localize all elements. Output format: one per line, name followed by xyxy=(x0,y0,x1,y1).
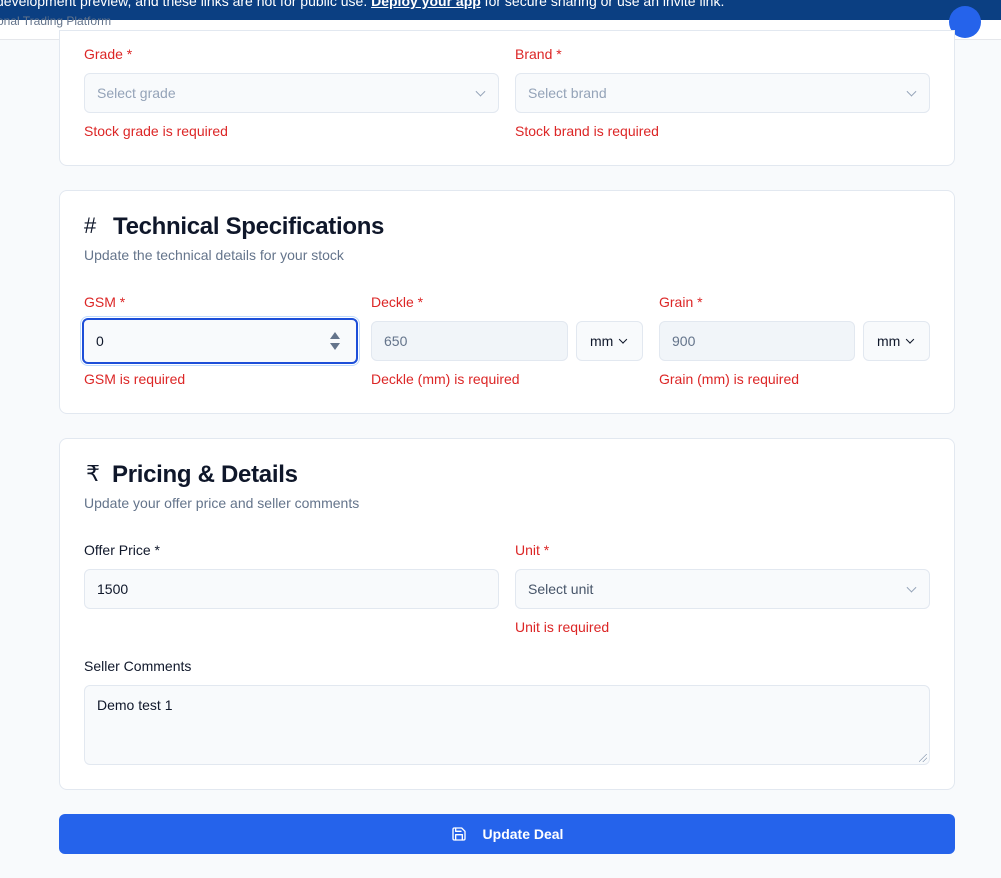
grain-error: Grain (mm) is required xyxy=(659,371,800,387)
unit-label: Unit * xyxy=(515,542,550,558)
grain-label: Grain * xyxy=(659,294,703,310)
brand-placeholder: Select brand xyxy=(528,85,607,101)
hash-icon: # xyxy=(84,213,97,238)
gsm-input[interactable]: 0 xyxy=(82,318,358,364)
grade-error: Stock grade is required xyxy=(84,123,228,139)
offer-price-value: 1500 xyxy=(97,581,129,597)
stock-details-card: Grade * Select grade Stock grade is requ… xyxy=(59,30,955,166)
brand-label: Brand * xyxy=(515,46,562,62)
save-icon xyxy=(451,827,466,841)
chevron-down-icon xyxy=(906,86,917,97)
deckle-value: 650 xyxy=(384,333,408,349)
section-subtitle: Update your offer price and seller comme… xyxy=(84,495,360,511)
deckle-unit-select[interactable]: mm xyxy=(576,321,643,361)
grain-input[interactable]: 900 xyxy=(659,321,855,361)
unit-error: Unit is required xyxy=(515,619,610,635)
section-title: Pricing & Details xyxy=(112,461,298,488)
seller-comments-label: Seller Comments xyxy=(84,658,192,674)
update-deal-button[interactable]: Update Deal xyxy=(59,814,955,854)
brand-select[interactable]: Select brand xyxy=(515,73,930,113)
grain-value: 900 xyxy=(672,333,696,349)
chevron-down-icon xyxy=(906,582,917,593)
deckle-unit-value: mm xyxy=(590,333,614,349)
rupee-icon: ₹ xyxy=(86,461,100,486)
gsm-label: GSM * xyxy=(84,294,126,310)
deploy-app-link[interactable]: Deploy your app xyxy=(371,0,481,9)
deckle-error: Deckle (mm) is required xyxy=(371,371,520,387)
banner-text: development preview, and these links are… xyxy=(0,0,372,9)
grade-select[interactable]: Select grade xyxy=(84,73,499,113)
technical-specs-card: # Technical Specifications Update the te… xyxy=(59,190,955,414)
section-subtitle: Update the technical details for your st… xyxy=(84,247,344,263)
number-stepper-icon[interactable] xyxy=(330,332,340,350)
pricing-card: ₹ Pricing & Details Update your offer pr… xyxy=(59,438,955,790)
chevron-down-icon xyxy=(905,335,915,344)
resize-handle-icon[interactable] xyxy=(919,754,927,762)
gsm-error: GSM is required xyxy=(84,371,186,387)
grade-label: Grade * xyxy=(84,46,133,62)
section-title: Technical Specifications xyxy=(113,213,385,240)
preview-banner: development preview, and these links are… xyxy=(0,0,1001,20)
chevron-down-icon xyxy=(475,86,486,97)
grain-unit-select[interactable]: mm xyxy=(863,321,930,361)
chevron-down-icon xyxy=(618,335,628,344)
deckle-input[interactable]: 650 xyxy=(371,321,568,361)
seller-comments-textarea[interactable]: Demo test 1 xyxy=(84,685,930,765)
banner-text-end: for secure sharing or use an invite link… xyxy=(480,0,725,9)
brand-error: Stock brand is required xyxy=(515,123,659,139)
unit-placeholder: Select unit xyxy=(528,581,594,597)
app-subtitle: onal Trading Platform xyxy=(0,14,112,28)
grain-unit-value: mm xyxy=(877,333,901,349)
unit-select[interactable]: Select unit xyxy=(515,569,930,609)
deckle-label: Deckle * xyxy=(371,294,424,310)
offer-price-input[interactable]: 1500 xyxy=(84,569,499,609)
grade-placeholder: Select grade xyxy=(97,85,176,101)
offer-price-label: Offer Price * xyxy=(84,542,160,558)
gsm-value: 0 xyxy=(96,333,104,349)
seller-comments-value: Demo test 1 xyxy=(97,697,173,713)
update-deal-label: Update Deal xyxy=(482,826,564,842)
